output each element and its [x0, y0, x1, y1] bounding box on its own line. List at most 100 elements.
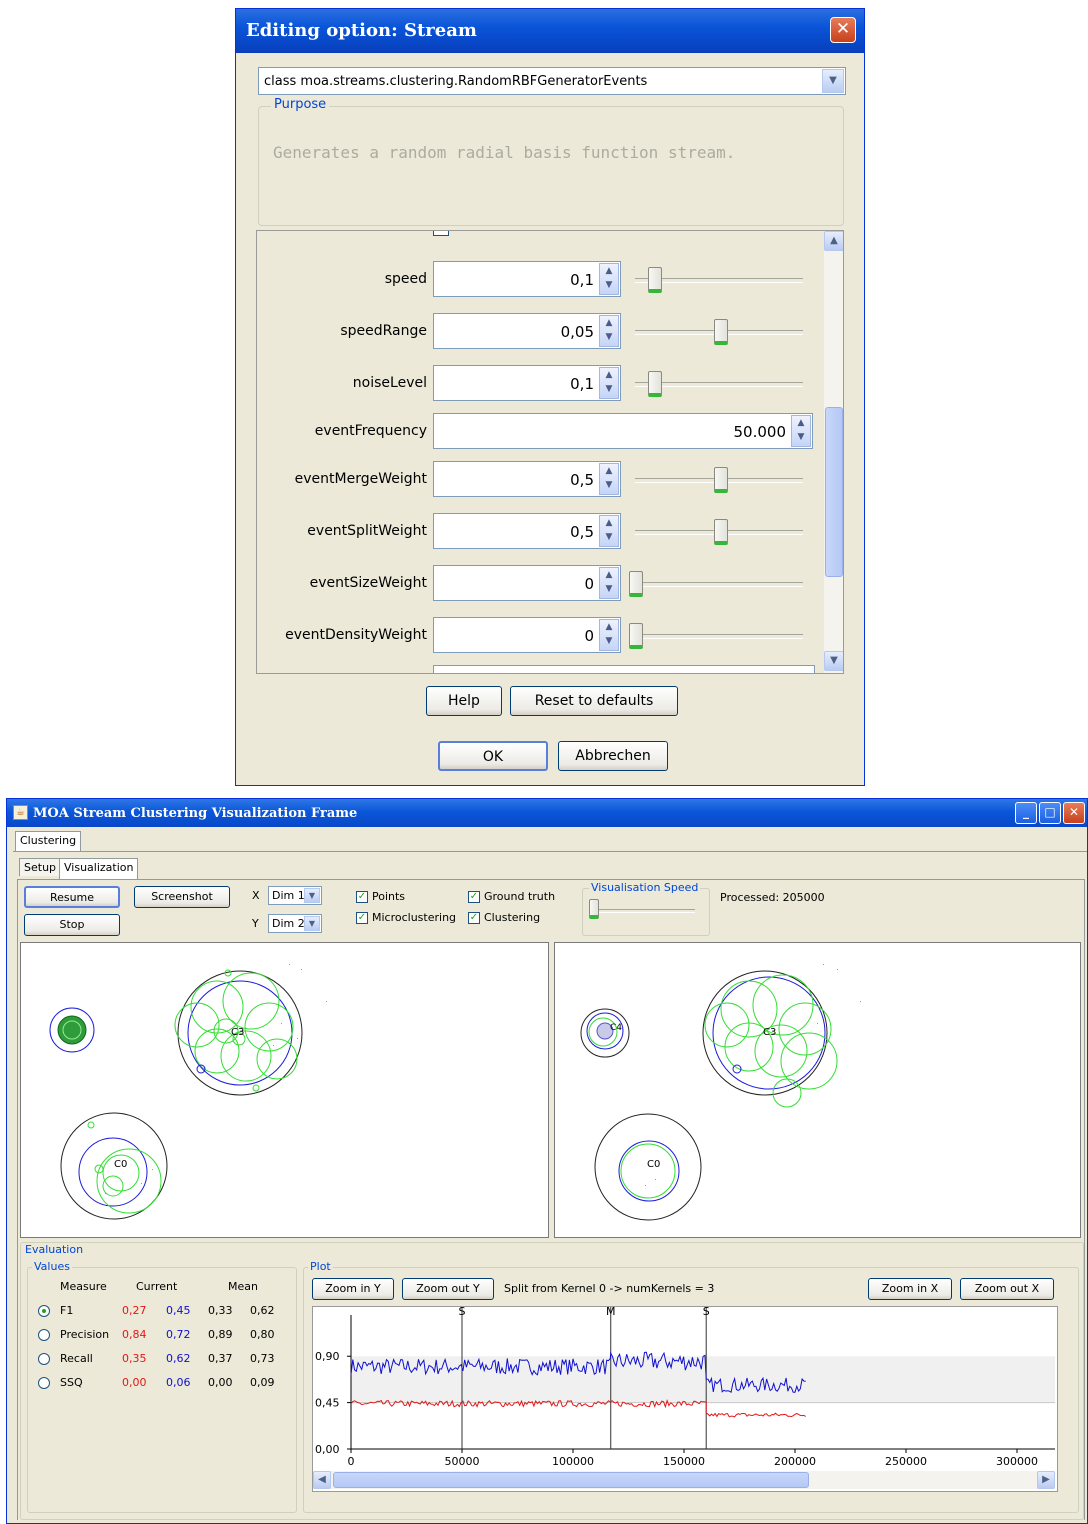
header-measure: Measure: [60, 1280, 107, 1293]
speed-slider-thumb[interactable]: [589, 899, 599, 919]
option-slider-track[interactable]: [635, 582, 803, 587]
points-checkbox[interactable]: ✓: [356, 891, 368, 903]
x-dim-value: Dim 1: [272, 889, 305, 902]
plot-scroll-thumb[interactable]: [333, 1472, 809, 1488]
option-value: 0,5: [570, 523, 594, 541]
resume-button[interactable]: Resume: [24, 886, 120, 908]
ok-button[interactable]: OK: [438, 741, 548, 771]
speed-slider-track[interactable]: [595, 909, 695, 913]
clustering-checkbox[interactable]: ✓: [468, 912, 480, 924]
y-dim-select[interactable]: Dim 2 ▼: [268, 914, 322, 933]
measure-radio[interactable]: [38, 1305, 50, 1317]
option-row-eventSplitWeight: eventSplitWeight 0,5 ▲ ▼: [257, 513, 823, 549]
cluster-label-c0-right: C0: [647, 1159, 660, 1170]
reset-defaults-button[interactable]: Reset to defaults: [510, 686, 678, 716]
zoom-out-y-button[interactable]: Zoom out Y: [402, 1278, 494, 1300]
current-red-value: 0,84: [122, 1328, 147, 1341]
measure-radio[interactable]: [38, 1329, 50, 1341]
mean-value-b: 0,73: [250, 1352, 275, 1365]
option-slider-thumb[interactable]: [714, 519, 728, 545]
scroll-up-icon[interactable]: ▲: [824, 231, 843, 251]
partial-field[interactable]: [433, 665, 815, 673]
option-value: 0,5: [570, 471, 594, 489]
stream-class-select[interactable]: class moa.streams.clustering.RandomRBFGe…: [258, 67, 846, 95]
cancel-button[interactable]: Abbrechen: [558, 741, 668, 771]
stop-button[interactable]: Stop: [24, 914, 120, 936]
chevron-down-icon[interactable]: ▼: [304, 916, 320, 931]
zoom-out-x-button[interactable]: Zoom out X: [960, 1278, 1054, 1300]
java-app-icon: ☕: [13, 805, 28, 820]
partial-checkbox[interactable]: [433, 231, 449, 236]
clustering-canvas-right[interactable]: C4 C3 C0: [554, 942, 1081, 1238]
scroll-down-icon[interactable]: ▼: [824, 651, 843, 671]
header-current: Current: [136, 1280, 178, 1293]
spinner-arrows-icon[interactable]: ▲ ▼: [599, 567, 619, 599]
spinner-arrows-icon[interactable]: ▲ ▼: [599, 515, 619, 547]
option-slider-thumb[interactable]: [647, 267, 662, 293]
tab-visualization[interactable]: Visualization: [59, 858, 139, 880]
clustering-canvas-left[interactable]: C3 C0: [20, 942, 549, 1238]
option-value-field[interactable]: 0,05 ▲ ▼: [433, 313, 621, 349]
option-row-eventFrequency: eventFrequency 50.000 ▲ ▼: [257, 413, 823, 449]
option-slider-thumb[interactable]: [629, 571, 643, 597]
option-value-field[interactable]: 0,5 ▲ ▼: [433, 513, 621, 549]
minimize-icon[interactable]: _: [1015, 802, 1037, 824]
microclustering-checkbox[interactable]: ✓: [356, 912, 368, 924]
frame-titlebar[interactable]: ☕ MOA Stream Clustering Visualization Fr…: [7, 799, 1087, 827]
option-value-field[interactable]: 0,5 ▲ ▼: [433, 461, 621, 497]
option-value-field[interactable]: 50.000 ▲ ▼: [433, 413, 813, 449]
split-info: Split from Kernel 0 -> numKernels = 3: [504, 1282, 715, 1295]
x-dim-select[interactable]: Dim 1 ▼: [268, 886, 322, 905]
scroll-thumb[interactable]: [825, 407, 843, 577]
chevron-down-icon[interactable]: ▼: [822, 69, 844, 93]
tab-clustering[interactable]: Clustering: [15, 831, 82, 851]
option-value: 0,1: [570, 271, 594, 289]
y-axis-label: Y: [252, 917, 259, 930]
scroll-right-icon[interactable]: ▶: [1037, 1471, 1055, 1489]
option-slider-thumb[interactable]: [629, 623, 643, 649]
measure-name: Precision: [60, 1328, 110, 1341]
ground-truth-checkbox[interactable]: ✓: [468, 891, 480, 903]
mean-value-b: 0,09: [250, 1376, 275, 1389]
option-value-field[interactable]: 0 ▲ ▼: [433, 565, 621, 601]
spinner-arrows-icon[interactable]: ▲ ▼: [599, 463, 619, 495]
option-row-speed: speed 0,1 ▲ ▼: [257, 261, 823, 297]
purpose-group: Purpose Generates a random radial basis …: [258, 97, 844, 226]
plot-canvas[interactable]: 0,00 0,45 0,90 0 50000 100000 150000 200000 2500…: [312, 1305, 1058, 1492]
option-slider-thumb[interactable]: [714, 319, 728, 345]
screenshot-button[interactable]: Screenshot: [134, 886, 230, 908]
option-value-field[interactable]: 0 ▲ ▼: [433, 617, 621, 653]
cluster-plot-right: C4 C3 C0: [580, 964, 861, 1221]
tab-setup[interactable]: Setup: [19, 858, 62, 876]
option-slider-thumb[interactable]: [647, 371, 662, 397]
zoom-in-x-button[interactable]: Zoom in X: [868, 1278, 952, 1300]
visualization-frame: ☕ MOA Stream Clustering Visualization Fr…: [6, 798, 1088, 1524]
options-scrollbar[interactable]: ▲ ▼: [824, 231, 843, 673]
scroll-left-icon[interactable]: ◀: [313, 1471, 331, 1489]
current-blue-value: 0,72: [166, 1328, 191, 1341]
option-value: 0: [584, 627, 594, 645]
dialog-titlebar[interactable]: Editing option: Stream ✕: [236, 9, 864, 53]
spinner-arrows-icon[interactable]: ▲ ▼: [599, 367, 619, 399]
spinner-arrows-icon[interactable]: ▲ ▼: [791, 415, 811, 447]
spinner-arrows-icon[interactable]: ▲ ▼: [599, 263, 619, 295]
option-value-field[interactable]: 0,1 ▲ ▼: [433, 365, 621, 401]
chevron-down-icon[interactable]: ▼: [304, 888, 320, 903]
x-tick-label: 200000: [774, 1455, 816, 1468]
spinner-arrows-icon[interactable]: ▲ ▼: [599, 315, 619, 347]
header-mean: Mean: [228, 1280, 258, 1293]
y-tick-label: 0,90: [315, 1350, 340, 1363]
option-slider-track[interactable]: [635, 634, 803, 639]
maximize-icon[interactable]: □: [1039, 802, 1061, 824]
measure-radio[interactable]: [38, 1377, 50, 1389]
help-button[interactable]: Help: [426, 686, 502, 716]
y-dim-value: Dim 2: [272, 917, 305, 930]
measure-radio[interactable]: [38, 1353, 50, 1365]
spinner-arrows-icon[interactable]: ▲ ▼: [599, 619, 619, 651]
dialog-close-icon[interactable]: ✕: [830, 17, 856, 43]
plot-scrollbar[interactable]: ◀ ▶: [313, 1471, 1055, 1489]
close-icon[interactable]: ✕: [1063, 802, 1085, 824]
zoom-in-y-button[interactable]: Zoom in Y: [312, 1278, 394, 1300]
option-slider-thumb[interactable]: [714, 467, 728, 493]
option-value-field[interactable]: 0,1 ▲ ▼: [433, 261, 621, 297]
